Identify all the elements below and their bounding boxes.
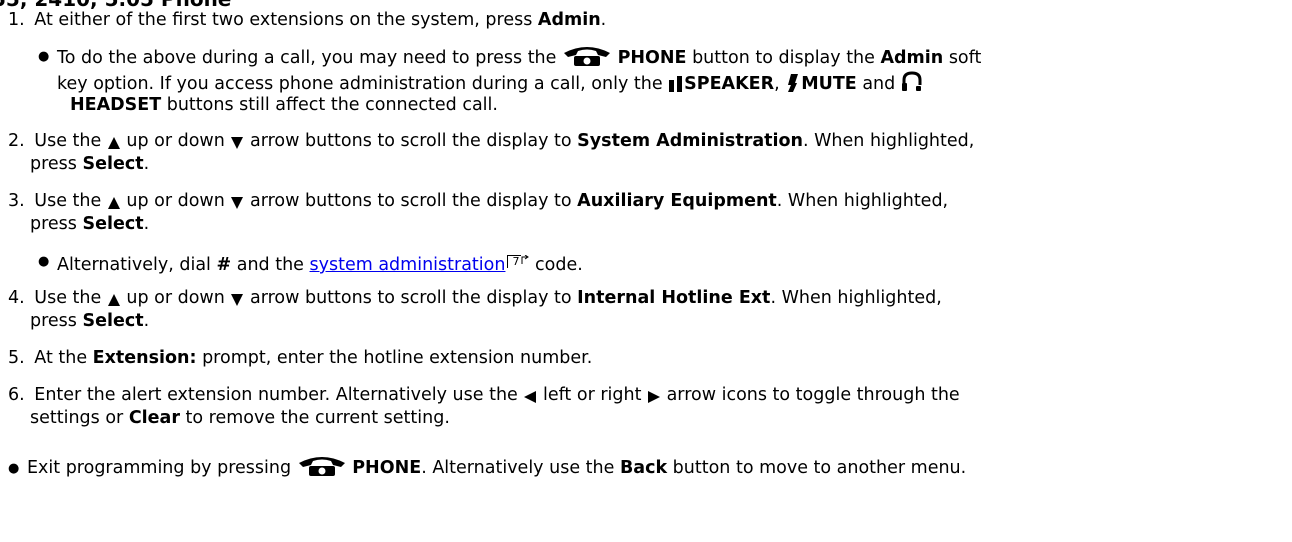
select-keyword: Select — [82, 154, 144, 174]
step-1: 1. At either of the first two extensions… — [8, 9, 606, 32]
step-text: At the — [34, 348, 93, 368]
step-5: 5. At the Extension: prompt, enter the h… — [8, 347, 592, 370]
step-number: 1. — [8, 10, 25, 30]
step-text: up or down — [120, 191, 231, 211]
down-arrow-icon — [230, 134, 244, 157]
step-6-cont: settings or Clear to remove the current … — [30, 407, 450, 430]
hash-key: # — [216, 255, 232, 275]
sub-text: buttons still affect the connected call. — [161, 95, 498, 115]
step-text: prompt, enter the hotline extension numb… — [196, 348, 593, 368]
phone-label: PHONE — [617, 48, 687, 68]
select-keyword: Select — [82, 214, 144, 234]
headset-icon — [901, 71, 923, 100]
phone-icon — [297, 455, 347, 484]
exit-instruction: Exit programming by pressing PHONE. Alte… — [27, 455, 966, 484]
step-text: . When highlighted, — [776, 191, 949, 211]
mute-label: MUTE — [801, 74, 857, 94]
step-text: Use the — [34, 191, 107, 211]
step-number: 2. — [8, 131, 25, 151]
step-number: 5. — [8, 348, 25, 368]
step-text: Use the — [34, 131, 107, 151]
exit-text: . Alternatively use the — [421, 458, 620, 478]
bullet-dot: ● — [8, 461, 20, 476]
step-text: . When highlighted, — [803, 131, 975, 151]
speaker-label: SPEAKER — [684, 74, 775, 94]
step-number: 3. — [8, 191, 25, 211]
sub-text: Alternatively, dial — [57, 255, 217, 275]
step-3-cont: press Select. — [30, 213, 149, 236]
step-text: Enter the alert extension number. Altern… — [34, 385, 524, 405]
phone-icon — [562, 45, 612, 74]
step-text: . — [143, 214, 150, 234]
sub-text: , — [774, 74, 786, 94]
left-arrow-icon — [523, 388, 537, 411]
menu-option: Auxiliary Equipment — [577, 191, 777, 211]
step-text: press — [30, 154, 83, 174]
sub-bullet-step-3: Alternatively, dial # and the system adm… — [57, 250, 583, 277]
headset-label: HEADSET — [70, 95, 162, 115]
sub-bullet-line-1: To do the above during a call, you may n… — [57, 45, 981, 74]
system-administration-link[interactable]: system administration — [310, 255, 506, 275]
phone-label: PHONE — [352, 458, 422, 478]
exit-text: Exit programming by pressing — [27, 458, 297, 478]
down-arrow-icon — [230, 194, 244, 217]
menu-option: System Administration — [577, 131, 803, 151]
step-4-cont: press Select. — [30, 310, 149, 333]
menu-option: Internal Hotline Ext — [577, 288, 771, 308]
sub-text: key option. If you access phone administ… — [57, 74, 669, 94]
step-text: up or down — [120, 288, 231, 308]
step-number: 6. — [8, 385, 25, 405]
right-arrow-icon — [647, 388, 661, 411]
step-text: press — [30, 214, 83, 234]
step-text-end: . — [600, 10, 607, 30]
down-arrow-icon — [230, 291, 244, 314]
step-text: settings or — [30, 408, 129, 428]
select-keyword: Select — [82, 311, 144, 331]
exit-text: button to move to another menu. — [667, 458, 967, 478]
step-2: 2. Use the up or down arrow buttons to s… — [8, 130, 974, 157]
bullet-dot: ● — [38, 254, 50, 269]
step-text: arrow buttons to scroll the display to — [244, 288, 578, 308]
step-number: 4. — [8, 288, 25, 308]
admin-keyword: Admin — [537, 10, 601, 30]
step-text: At either of the first two extensions on… — [34, 10, 538, 30]
bullet-dot: ● — [38, 49, 50, 64]
step-text: . — [143, 154, 150, 174]
sub-text: code. — [529, 255, 583, 275]
page-ref[interactable]: 7 — [507, 255, 522, 268]
step-text: . — [143, 311, 150, 331]
step-text: to remove the current setting. — [179, 408, 450, 428]
step-text: arrow buttons to scroll the display to — [244, 191, 578, 211]
step-text: . When highlighted, — [770, 288, 942, 308]
sub-text: button to display the — [686, 48, 881, 68]
step-2-cont: press Select. — [30, 153, 149, 176]
step-text: press — [30, 311, 83, 331]
mute-icon — [785, 73, 801, 100]
sub-text: To do the above during a call, you may n… — [57, 48, 562, 68]
extension-prompt-label: Extension: — [92, 348, 197, 368]
step-text: arrow buttons to scroll the display to — [244, 131, 578, 151]
step-text: Use the — [34, 288, 107, 308]
admin-label: Admin — [880, 48, 944, 68]
sub-bullet-line-3: HEADSET buttons still affect the connect… — [70, 94, 498, 117]
step-text: left or right — [537, 385, 648, 405]
sub-text: soft — [943, 48, 982, 68]
back-keyword: Back — [619, 458, 668, 478]
step-text: up or down — [120, 131, 231, 151]
step-text: arrow icons to toggle through the — [661, 385, 960, 405]
sub-text: and — [856, 74, 896, 94]
clear-keyword: Clear — [128, 408, 180, 428]
speaker-icon — [668, 75, 684, 100]
sub-text: and the — [231, 255, 310, 275]
